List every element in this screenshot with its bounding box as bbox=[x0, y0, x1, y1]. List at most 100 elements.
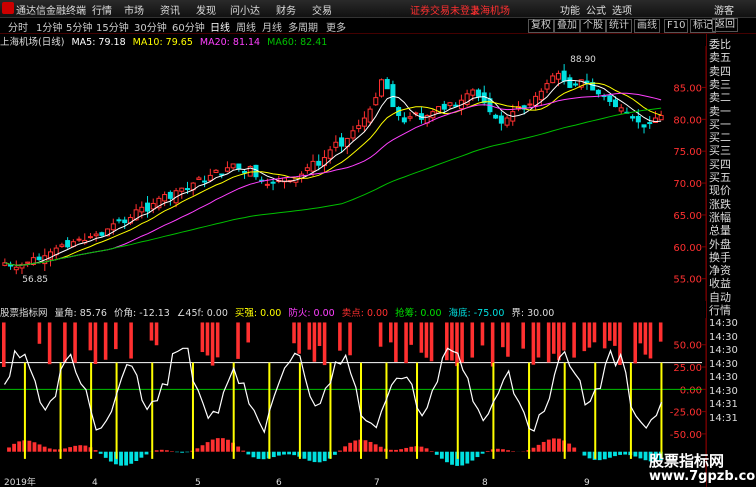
f10-button[interactable]: F10 bbox=[664, 19, 689, 33]
menu-ask[interactable]: 问小达 bbox=[230, 2, 260, 17]
period-1min[interactable]: 1分钟 bbox=[36, 19, 62, 34]
hist-bar-down bbox=[302, 451, 307, 459]
menu-finance[interactable]: 财务 bbox=[276, 2, 296, 17]
top-spike-bar bbox=[292, 322, 296, 344]
hist-bar-up bbox=[236, 446, 241, 452]
candle-body bbox=[8, 264, 14, 267]
hist-bar-down bbox=[597, 451, 602, 461]
top-spike-bar bbox=[638, 322, 643, 344]
top-spike-bar bbox=[633, 322, 638, 364]
candle-body bbox=[213, 169, 219, 173]
hist-bar-up bbox=[210, 439, 215, 452]
top-spike-bar bbox=[643, 322, 648, 355]
period-monthly[interactable]: 月线 bbox=[262, 19, 282, 34]
menu-trade[interactable]: 交易 bbox=[312, 2, 332, 17]
menu-quotes[interactable]: 行情 bbox=[92, 2, 112, 17]
hist-bar-up bbox=[424, 448, 429, 452]
restore-rights-button[interactable]: 复权 bbox=[528, 19, 554, 33]
ind-tick-label: 0.00 bbox=[680, 385, 702, 396]
top-spike-bar bbox=[47, 322, 52, 365]
stats-button[interactable]: 统计 bbox=[606, 19, 632, 33]
period-daily[interactable]: 日线 bbox=[210, 19, 230, 34]
user-label[interactable]: 游客 bbox=[714, 2, 734, 17]
price-tick-label: 65.00 bbox=[673, 211, 702, 222]
date-tick-label: 6 bbox=[276, 478, 282, 487]
candle-body bbox=[333, 141, 339, 148]
tick-time: 14:30 bbox=[709, 331, 738, 343]
candle-body bbox=[384, 79, 390, 90]
candlestick-chart[interactable]: 85.00 80.00 75.00 70.00 65.00 60.00 55.00 88.90… bbox=[0, 46, 706, 301]
menu-discover[interactable]: 发现 bbox=[196, 2, 216, 17]
menu-news[interactable]: 资讯 bbox=[160, 2, 180, 17]
period-more[interactable]: 更多 bbox=[326, 19, 346, 34]
candle-body bbox=[658, 114, 664, 121]
menu-formula[interactable]: 公式 bbox=[586, 2, 606, 17]
candle-body bbox=[116, 219, 122, 222]
menu-options[interactable]: 选项 bbox=[612, 2, 632, 17]
hist-bar-up bbox=[42, 446, 47, 452]
top-spike-bar bbox=[394, 322, 398, 362]
candle-body bbox=[550, 75, 556, 84]
hist-bar-up bbox=[338, 450, 342, 452]
period-timeshare[interactable]: 分时 bbox=[8, 19, 28, 34]
top-spike-bar bbox=[246, 322, 250, 343]
candle-body bbox=[538, 90, 544, 101]
date-tick-label: 9 bbox=[584, 478, 590, 487]
period-weekly[interactable]: 周线 bbox=[236, 19, 256, 34]
back-button[interactable]: 返回 bbox=[712, 18, 738, 32]
candle-body bbox=[270, 181, 276, 184]
menu-market[interactable]: 市场 bbox=[124, 2, 144, 17]
hist-bar-down bbox=[582, 451, 587, 456]
draw-button[interactable]: 画线 bbox=[634, 19, 660, 33]
candle-body bbox=[356, 125, 362, 130]
hist-bar-up bbox=[536, 444, 541, 452]
menu-function[interactable]: 功能 bbox=[560, 2, 580, 17]
candle-body bbox=[630, 116, 636, 119]
candle-body bbox=[179, 187, 185, 192]
top-spike-bar bbox=[200, 322, 205, 353]
period-60min[interactable]: 60分钟 bbox=[172, 19, 205, 34]
quote-row-label: 行情 bbox=[709, 304, 731, 317]
top-spike-bar bbox=[648, 322, 653, 359]
hist-bar-up bbox=[409, 446, 414, 452]
period-multi[interactable]: 多周期 bbox=[288, 19, 318, 34]
hist-bar-up bbox=[501, 449, 505, 452]
hist-bar-up bbox=[378, 446, 383, 452]
hist-bar-down bbox=[185, 451, 190, 453]
hist-bar-up bbox=[83, 445, 88, 452]
hist-bar-up bbox=[159, 449, 164, 452]
hist-bar-up bbox=[32, 442, 37, 452]
hist-bar-up bbox=[404, 447, 409, 452]
candle-body bbox=[561, 70, 567, 82]
hist-bar-up bbox=[485, 450, 490, 452]
indicator-chart[interactable]: 50.00 25.00 0.00 -25.00 -50.00 2019年 4 5 6 7 8 9 bbox=[0, 318, 706, 487]
hist-bar-up bbox=[567, 443, 572, 452]
top-spike-bar bbox=[307, 322, 312, 350]
candle-body bbox=[202, 180, 208, 183]
candle-body bbox=[87, 236, 93, 239]
top-spike-bar bbox=[536, 322, 541, 358]
candle-body bbox=[167, 191, 173, 199]
hist-bar-down bbox=[108, 451, 113, 462]
top-spike-bar bbox=[551, 322, 556, 354]
hist-bar-up bbox=[343, 446, 348, 452]
overlay-button[interactable]: 叠加 bbox=[554, 19, 580, 33]
date-tick-label: 5 bbox=[195, 478, 201, 487]
hist-bar-down bbox=[480, 451, 485, 454]
period-30min[interactable]: 30分钟 bbox=[134, 19, 167, 34]
period-15min[interactable]: 15分钟 bbox=[96, 19, 129, 34]
stock-button[interactable]: 个股 bbox=[580, 19, 606, 33]
candle-body bbox=[139, 206, 145, 213]
top-spike-bar bbox=[103, 322, 108, 360]
hist-bar-up bbox=[241, 450, 246, 452]
price-tick-label: 75.00 bbox=[673, 147, 702, 158]
top-spike-bar bbox=[73, 322, 77, 363]
top-spike-bar bbox=[236, 322, 240, 359]
top-spike-bar bbox=[205, 322, 210, 356]
period-5min[interactable]: 5分钟 bbox=[66, 19, 92, 34]
top-spike-bar bbox=[557, 322, 561, 361]
hist-bar-up bbox=[220, 438, 225, 452]
top-spike-bar bbox=[607, 322, 612, 341]
top-spike-bar bbox=[572, 322, 576, 358]
stock-title: 上海机场 bbox=[470, 6, 510, 17]
